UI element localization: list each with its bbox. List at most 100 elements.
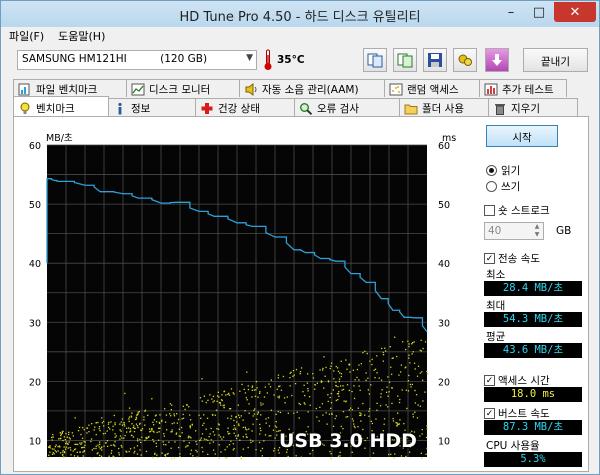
scatter-point <box>387 406 389 408</box>
scatter-point <box>391 402 393 405</box>
scatter-point <box>426 428 428 430</box>
tab-extra-tests[interactable]: 추가 테스트 <box>479 79 567 97</box>
scatter-point <box>323 356 325 358</box>
scatter-point <box>396 422 398 424</box>
scatter-point <box>170 415 172 417</box>
scatter-point <box>287 412 289 414</box>
tab-file-benchmark[interactable]: 파일 벤치마크 <box>13 79 127 97</box>
scatter-point <box>278 452 280 454</box>
save-button[interactable] <box>423 48 447 72</box>
scatter-point <box>412 342 414 344</box>
scatter-point <box>417 404 419 406</box>
scatter-point <box>126 451 128 453</box>
scatter-point <box>144 424 146 426</box>
scatter-point <box>422 347 424 350</box>
scatter-point <box>388 453 390 456</box>
scatter-point <box>269 386 272 388</box>
scatter-point <box>189 453 192 455</box>
scatter-point <box>253 409 255 412</box>
tab-folder-usage[interactable]: 폴더 사용 <box>399 98 489 116</box>
scatter-point <box>220 399 223 401</box>
download-button[interactable] <box>485 48 509 72</box>
scatter-point <box>385 404 387 406</box>
scatter-point <box>145 438 147 440</box>
tab-disk-monitor[interactable]: 디스크 모니터 <box>126 79 240 97</box>
scatter-point <box>201 433 204 435</box>
scatter-point <box>104 442 107 444</box>
tab-benchmark[interactable]: 벤치마크 <box>13 96 109 116</box>
scatter-point <box>136 425 139 427</box>
benchmark-panel: MB/초 ms 60 50 40 30 20 10 60 50 40 30 20 10 USB 3.… <box>13 116 589 472</box>
write-radio[interactable]: 쓰기 <box>486 179 520 194</box>
scatter-point <box>388 391 390 393</box>
scatter-point <box>322 367 324 370</box>
title-bar[interactable]: HD Tune Pro 4.50 - 하드 디스크 유틸리티 – □ ✕ <box>1 1 599 27</box>
scatter-point <box>388 381 391 383</box>
tab-erase[interactable]: 지우기 <box>488 98 578 116</box>
access-time-checkbox[interactable]: ✓ 액세스 시간 <box>484 373 550 388</box>
scatter-point <box>212 395 215 398</box>
scatter-point <box>152 456 154 459</box>
scatter-point <box>133 425 135 427</box>
scatter-point <box>128 420 130 422</box>
scatter-point <box>289 372 291 374</box>
scatter-point <box>77 455 79 457</box>
short-stroke-value: 40 <box>488 225 502 237</box>
scatter-point <box>173 413 175 415</box>
scatter-point <box>81 442 83 444</box>
scatter-point <box>157 456 159 459</box>
tab-error-scan[interactable]: 오류 검사 <box>294 98 400 116</box>
short-stroke-checkbox[interactable]: 숏 스트로크 <box>484 203 550 218</box>
burst-rate-checkbox[interactable]: ✓ 버스트 속도 <box>484 406 550 421</box>
scatter-point <box>151 429 153 431</box>
scatter-point <box>128 416 131 418</box>
scatter-point <box>62 453 64 456</box>
copy-screenshot-button[interactable] <box>393 48 417 72</box>
read-radio[interactable]: 읽기 <box>486 163 520 178</box>
menu-help[interactable]: 도움말(H) <box>50 27 111 45</box>
scatter-point <box>299 371 302 373</box>
exit-button[interactable]: 끝내기 <box>523 48 588 72</box>
scatter-point <box>102 433 104 435</box>
close-button[interactable]: ✕ <box>554 2 596 22</box>
scatter-point <box>412 413 414 415</box>
tab-random-access[interactable]: 랜덤 액세스 <box>384 79 480 97</box>
tab-info[interactable]: 정보 <box>108 98 196 116</box>
scatter-point <box>262 403 264 405</box>
scatter-point <box>408 357 410 359</box>
drive-select[interactable]: SAMSUNG HM121HI (120 GB) ▼ <box>17 50 257 70</box>
scatter-point <box>100 447 103 449</box>
scatter-point <box>337 386 339 388</box>
scatter-point <box>143 419 145 421</box>
tab-health[interactable]: 건강 상태 <box>195 98 295 116</box>
write-label: 쓰기 <box>501 181 521 193</box>
scatter-point <box>270 435 272 437</box>
scatter-point <box>260 450 262 452</box>
scatter-point <box>381 347 383 350</box>
scatter-point <box>340 375 342 378</box>
minimize-button[interactable]: – <box>498 2 524 22</box>
scatter-point <box>426 447 428 450</box>
copy-info-button[interactable] <box>363 48 387 72</box>
start-button[interactable]: 시작 <box>486 125 558 147</box>
scatter-point <box>166 429 168 431</box>
scatter-point <box>112 455 114 457</box>
scatter-point <box>51 439 53 441</box>
scatter-point <box>218 396 220 398</box>
scatter-point <box>340 360 342 362</box>
tab-aam[interactable]: 자동 소음 관리(AAM) <box>239 79 385 97</box>
scatter-point <box>99 443 101 445</box>
short-stroke-stepper[interactable]: 40 ▲ ▼ <box>484 222 544 240</box>
scatter-point <box>165 444 167 446</box>
transfer-rate-checkbox[interactable]: ✓ 전송 속도 <box>484 251 540 266</box>
menu-file[interactable]: 파일(F) <box>1 27 50 45</box>
options-button[interactable] <box>453 48 477 72</box>
scatter-point <box>123 437 125 439</box>
tab-label: 벤치마크 <box>36 102 75 115</box>
scatter-point <box>362 402 364 405</box>
scatter-point <box>185 446 187 448</box>
maximize-button[interactable]: □ <box>526 2 552 22</box>
scatter-point <box>237 435 239 437</box>
stepper-arrows-icon[interactable]: ▲ ▼ <box>532 223 542 239</box>
scatter-point <box>309 453 311 455</box>
